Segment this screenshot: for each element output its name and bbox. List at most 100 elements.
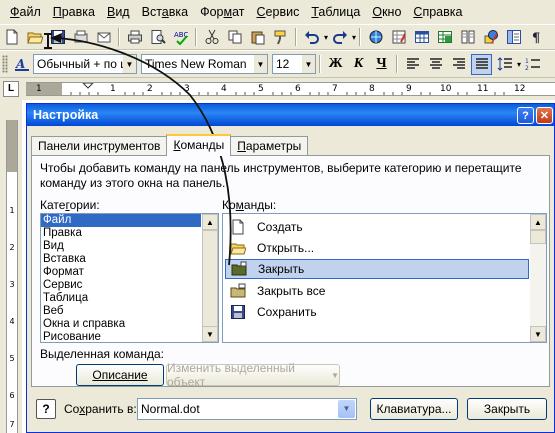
commands-scrollbar[interactable]: ▲ ▼ [530, 214, 546, 342]
description-button[interactable]: Описание [76, 364, 164, 386]
ruler-strip[interactable]: 1 1 2 3 4 5 6 7 8 9 10 11 12 [26, 82, 555, 96]
category-item[interactable]: Таблица [41, 292, 201, 305]
style-select[interactable]: Обычный + по ц ▼ [33, 54, 137, 74]
vertical-ruler-strip[interactable]: 1 2 3 4 5 6 7 [6, 120, 18, 433]
redo-dropdown-icon[interactable]: ▾ [352, 33, 356, 42]
scroll-thumb[interactable] [202, 230, 218, 330]
spelling-button[interactable]: ABC [170, 27, 191, 48]
menu-help[interactable]: Справка [407, 3, 468, 21]
command-item[interactable]: Закрыть все [225, 281, 529, 301]
menu-table[interactable]: Таблица [305, 3, 366, 21]
tab-selector[interactable]: L [3, 81, 19, 97]
align-center-button[interactable] [425, 54, 446, 75]
title-close-button[interactable]: ✕ [536, 107, 553, 124]
keyboard-button-label: Клавиатура... [376, 402, 452, 416]
insert-excel-button[interactable] [434, 27, 455, 48]
style-value: Обычный + по ц [37, 57, 128, 71]
copy-icon [228, 30, 241, 44]
dialog-titlebar[interactable]: Настройка ? ✕ [27, 104, 554, 126]
line-spacing-button[interactable] [494, 54, 515, 75]
category-item[interactable]: Веб [41, 305, 201, 318]
category-item[interactable]: Сервис [41, 279, 201, 292]
menu-window[interactable]: Окно [366, 3, 407, 21]
command-item-selected[interactable]: Закрыть [225, 259, 529, 279]
tab-toolbars[interactable]: Панели инструментов [31, 136, 168, 156]
category-item[interactable]: Правка [41, 227, 201, 240]
paste-button[interactable] [247, 27, 268, 48]
numbering-button[interactable]: 12 [522, 54, 543, 75]
italic-button[interactable]: К [348, 54, 369, 75]
command-label: Создать [257, 220, 303, 234]
dialog-tabs: Панели инструментов Команды Параметры [31, 134, 309, 156]
toolbar-grip[interactable] [2, 55, 8, 73]
menu-view[interactable]: Вид [101, 3, 136, 21]
save-in-value: Normal.dot [141, 402, 200, 416]
menu-file[interactable]: Файл [4, 3, 47, 21]
tab-commands[interactable]: Команды [166, 134, 232, 156]
undo-dropdown-icon[interactable]: ▾ [324, 33, 328, 42]
category-item[interactable]: Файл [41, 214, 201, 227]
scroll-up-button[interactable]: ▲ [530, 214, 546, 230]
menu-insert[interactable]: Вставка [136, 3, 194, 21]
help-icon: ? [522, 109, 529, 122]
close-button[interactable]: Закрыть [467, 398, 547, 420]
horizontal-ruler: L 1 1 2 3 4 5 6 7 8 9 10 11 12 [0, 78, 555, 100]
command-item[interactable]: Открыть... [225, 238, 529, 258]
keyboard-button[interactable]: Клавиатура... [370, 398, 458, 420]
category-item[interactable]: Формат [41, 266, 201, 279]
scroll-up-button[interactable]: ▲ [202, 214, 218, 230]
font-size-select[interactable]: 12 ▼ [272, 54, 316, 74]
italic-label: К [353, 56, 364, 71]
scroll-down-button[interactable]: ▼ [530, 326, 546, 342]
command-item[interactable]: Создать [225, 217, 529, 237]
styles-formatting-button[interactable]: A [11, 54, 32, 75]
print-preview-button[interactable] [147, 27, 168, 48]
redo-button[interactable] [329, 27, 350, 48]
document-map-button[interactable] [503, 27, 524, 48]
commands-listbox[interactable]: Создать Открыть... Закрыть Закрыть все С… [222, 213, 547, 343]
category-item[interactable]: Вставка [41, 253, 201, 266]
scroll-thumb[interactable] [530, 230, 546, 244]
columns-button[interactable] [457, 27, 478, 48]
categories-listbox[interactable]: Файл Правка Вид Вставка Формат Сервис Та… [40, 213, 219, 343]
align-right-button[interactable] [448, 54, 469, 75]
menu-format[interactable]: Формат [194, 3, 250, 21]
save-in-select[interactable]: Normal.dot ▼ [137, 398, 357, 420]
copy-button[interactable] [224, 27, 245, 48]
drawing-button[interactable] [480, 27, 501, 48]
underline-button[interactable]: Ч [371, 54, 392, 75]
command-item[interactable]: Сохранить [225, 302, 529, 322]
insert-table-button[interactable] [411, 27, 432, 48]
categories-scrollbar[interactable]: ▲ ▼ [202, 214, 218, 342]
redo-icon [332, 31, 347, 44]
permission-button[interactable] [70, 27, 91, 48]
line-spacing-dropdown-icon[interactable]: ▾ [517, 60, 521, 69]
category-item[interactable]: Рисование [41, 331, 201, 342]
title-help-button[interactable]: ? [517, 107, 534, 124]
menu-mnemonic: Ф [10, 5, 20, 19]
cut-button[interactable] [201, 27, 222, 48]
font-select[interactable]: Times New Roman ▼ [141, 54, 268, 74]
justify-button[interactable] [471, 53, 492, 75]
hyperlink-button[interactable] [365, 27, 386, 48]
tab-options[interactable]: Параметры [230, 136, 309, 156]
category-item[interactable]: Окна и справка [41, 318, 201, 331]
align-left-icon [406, 58, 419, 69]
open-button[interactable] [24, 27, 45, 48]
email-button[interactable] [93, 27, 114, 48]
format-painter-button[interactable] [270, 27, 291, 48]
menu-tools[interactable]: Сервис [251, 3, 306, 21]
bold-button[interactable]: Ж [325, 54, 346, 75]
tables-borders-button[interactable] [388, 27, 409, 48]
context-help-button[interactable]: ? [36, 399, 56, 419]
align-left-button[interactable] [402, 54, 423, 75]
scroll-down-button[interactable]: ▼ [202, 326, 218, 342]
save-button[interactable] [47, 27, 68, 48]
new-doc-button[interactable] [1, 27, 22, 48]
undo-button[interactable] [301, 27, 322, 48]
category-item[interactable]: Вид [41, 240, 201, 253]
menu-edit[interactable]: Правка [47, 3, 101, 21]
print-button[interactable] [124, 27, 145, 48]
show-hide-button[interactable]: ¶ [526, 27, 547, 48]
ruler-number: 4 [9, 317, 15, 326]
